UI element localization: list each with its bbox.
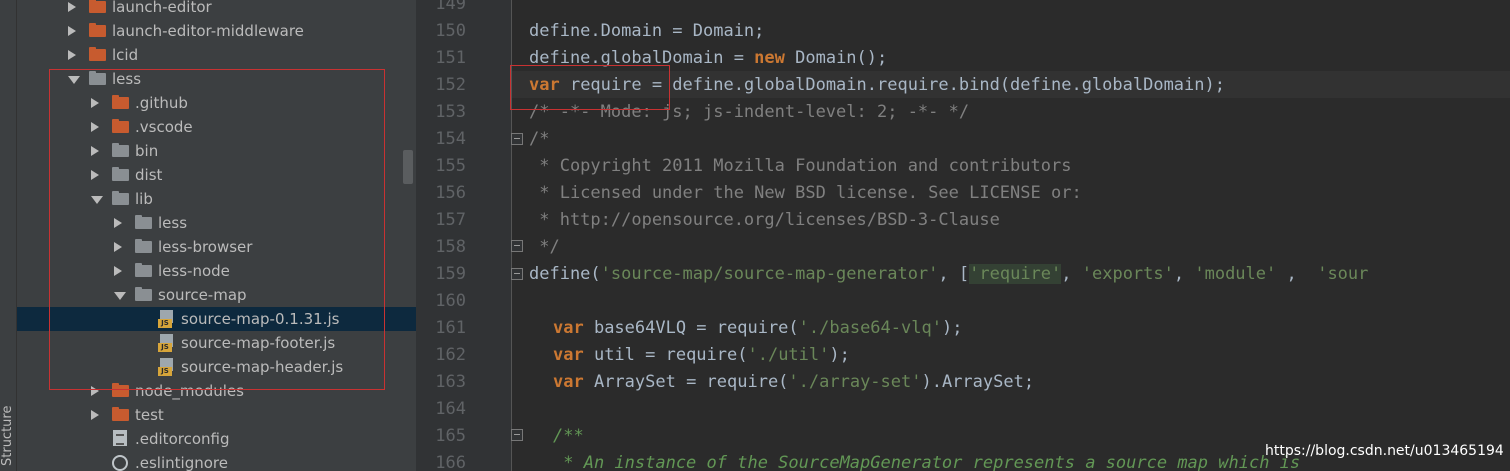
- line-number: 155: [435, 156, 466, 176]
- line-number: 162: [435, 345, 466, 365]
- code-line-154: /*: [529, 129, 550, 149]
- collapsed-arrow-icon[interactable]: [68, 50, 76, 60]
- tree-highlight-box: [49, 69, 385, 390]
- code-line-162: var util = require('./util');: [553, 345, 850, 365]
- code-line-163: var ArraySet = require('./array-set').Ar…: [553, 372, 1035, 392]
- line-number: 161: [435, 318, 466, 338]
- line-number-gutter: 149 150 151 152 153 154 155 156 157 158 …: [416, 0, 512, 471]
- code-line-150: define.Domain = Domain;: [529, 21, 765, 41]
- watermark-text: https://blog.csdn.net/u013465194: [1265, 443, 1504, 459]
- line-number: 152: [435, 75, 466, 95]
- code-line-156: * Licensed under the New BSD license. Se…: [529, 183, 1082, 203]
- tree-item[interactable]: .editorconfig: [17, 427, 416, 451]
- fold-toggle-icon[interactable]: [511, 429, 523, 441]
- tree-item-label: launch-editor: [112, 0, 212, 16]
- code-line-155: * Copyright 2011 Mozilla Foundation and …: [529, 156, 1072, 176]
- folder-icon: [89, 47, 106, 62]
- line-number: 156: [435, 183, 466, 203]
- tree-item[interactable]: launch-editor: [17, 0, 416, 19]
- code-highlight-box: [510, 65, 670, 110]
- ignore-file-icon: [112, 455, 128, 471]
- collapsed-arrow-icon[interactable]: [68, 26, 76, 36]
- code-line-165: /**: [553, 426, 584, 446]
- tree-item[interactable]: .eslintignore: [17, 451, 416, 471]
- tree-item[interactable]: lcid: [17, 43, 416, 67]
- ide-window: Structure launch-editor launch-editor-mid…: [0, 0, 1510, 471]
- code-line-157: * http://opensource.org/licenses/BSD-3-C…: [529, 210, 1000, 230]
- line-number: 164: [435, 399, 466, 419]
- folder-icon: [89, 0, 106, 14]
- structure-tab-label[interactable]: Structure: [0, 400, 16, 466]
- line-number: 150: [435, 21, 466, 41]
- tree-item-label: .editorconfig: [135, 430, 230, 448]
- line-number: 151: [435, 48, 466, 68]
- tree-item-label: launch-editor-middleware: [112, 22, 304, 40]
- code-area[interactable]: define.Domain = Domain; define.globalDom…: [529, 0, 1510, 471]
- line-number: 160: [435, 291, 466, 311]
- structure-tool-stripe[interactable]: Structure: [0, 0, 17, 471]
- line-number: 153: [435, 102, 466, 122]
- tree-item-label: test: [135, 406, 164, 424]
- folder-icon: [89, 23, 106, 38]
- tree-item-label: lcid: [112, 46, 139, 64]
- fold-toggle-icon[interactable]: [511, 240, 523, 252]
- code-line-166: * An instance of the SourceMapGenerator …: [553, 453, 1301, 471]
- line-number: 165: [435, 426, 466, 446]
- line-number: 157: [435, 210, 466, 230]
- line-number: 159: [435, 264, 466, 284]
- collapsed-arrow-icon[interactable]: [68, 2, 76, 12]
- fold-toggle-icon[interactable]: [511, 133, 523, 145]
- collapsed-arrow-icon[interactable]: [91, 410, 99, 420]
- line-number: 166: [435, 453, 466, 471]
- tree-item-label: .eslintignore: [135, 454, 228, 471]
- code-line-158: */: [529, 237, 560, 257]
- fold-toggle-icon[interactable]: [511, 268, 523, 280]
- code-line-161: var base64VLQ = require('./base64-vlq');: [553, 318, 963, 338]
- config-file-icon: [112, 430, 129, 446]
- code-line-159: define('source-map/source-map-generator'…: [529, 264, 1369, 284]
- line-number: 163: [435, 372, 466, 392]
- line-number: 158: [435, 237, 466, 257]
- line-number: 149: [435, 0, 466, 14]
- tree-item[interactable]: launch-editor-middleware: [17, 19, 416, 43]
- tree-item[interactable]: test: [17, 403, 416, 427]
- tree-scrollbar-thumb[interactable]: [403, 150, 413, 184]
- folder-icon: [112, 407, 129, 422]
- line-number: 154: [435, 129, 466, 149]
